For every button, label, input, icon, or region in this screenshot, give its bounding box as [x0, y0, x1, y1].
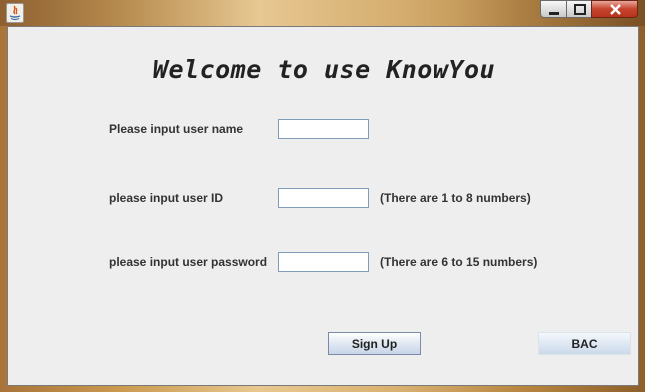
password-input[interactable]	[278, 252, 369, 272]
userid-hint: (There are 1 to 8 numbers)	[380, 191, 531, 205]
maximize-button[interactable]	[566, 0, 592, 18]
password-hint: (There are 6 to 15 numbers)	[380, 255, 538, 269]
welcome-title: Welcome to use KnowYou	[152, 55, 496, 84]
main-panel: Welcome to use KnowYou Please input user…	[7, 26, 639, 386]
java-icon	[6, 3, 24, 23]
username-label: Please input user name	[109, 122, 244, 136]
minimize-icon	[549, 12, 559, 15]
close-button[interactable]	[591, 0, 638, 18]
maximize-icon	[574, 4, 586, 15]
back-button[interactable]: BAC	[538, 332, 631, 355]
userid-label: please input user ID	[109, 191, 224, 205]
password-label: please input user password	[109, 255, 268, 269]
title-bar[interactable]	[0, 0, 645, 26]
username-input[interactable]	[278, 119, 369, 139]
sign-up-button[interactable]: Sign Up	[328, 332, 421, 355]
close-icon	[610, 4, 621, 15]
minimize-button[interactable]	[540, 0, 567, 18]
userid-input[interactable]	[278, 188, 369, 208]
